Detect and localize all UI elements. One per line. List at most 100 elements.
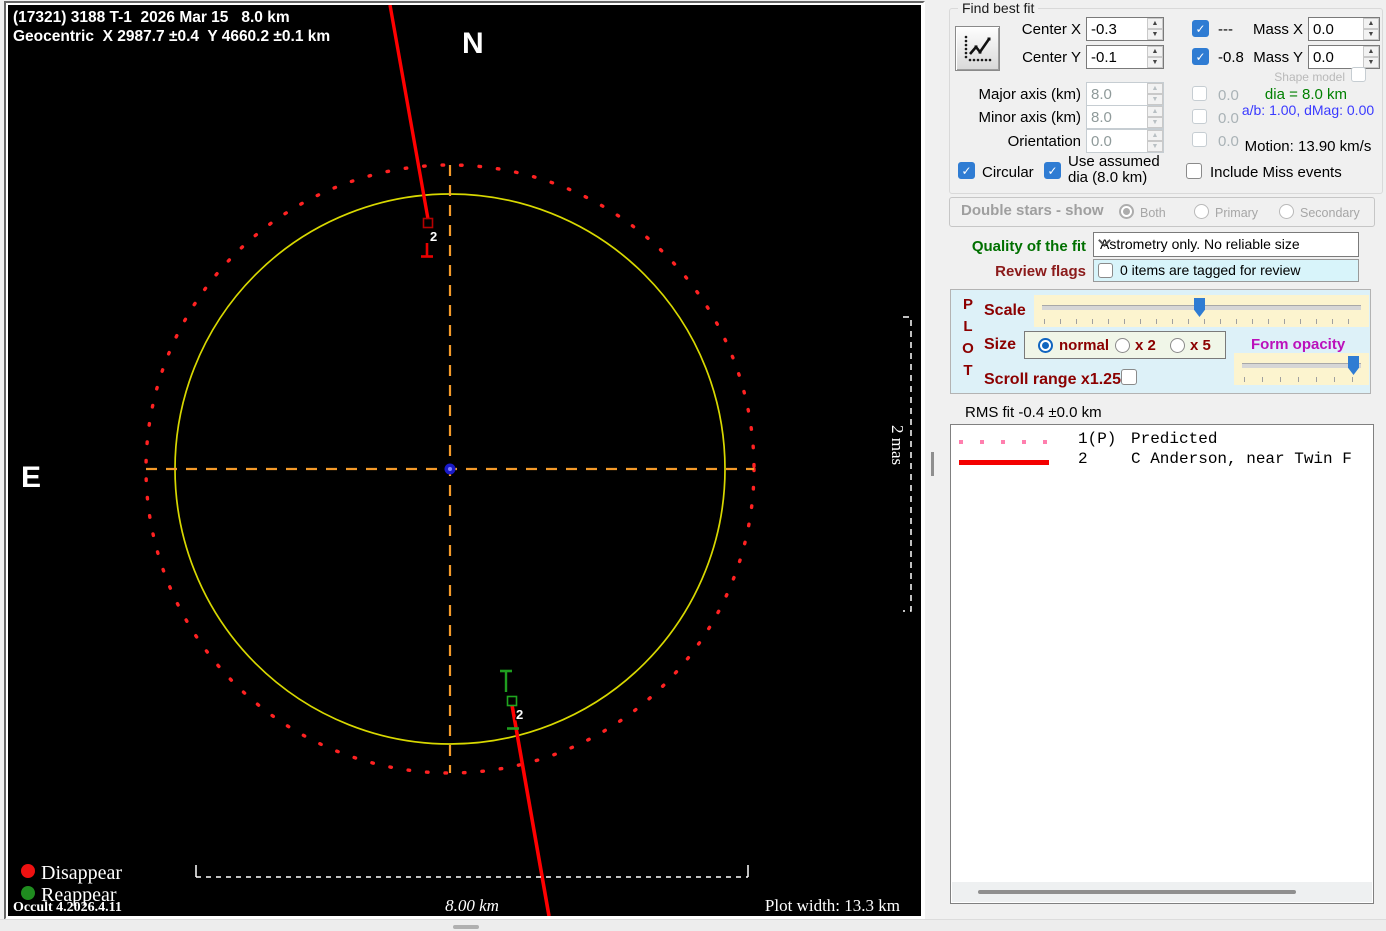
scale-slider[interactable] xyxy=(1034,295,1369,327)
occult-fit-window: 2 2 (17321) 3188 T-1 2026 Mar 15 8.0 km … xyxy=(0,0,1386,931)
center-y-field: ▲▼ xyxy=(1086,45,1164,69)
form-opacity-slider-ticks xyxy=(1244,377,1361,382)
center-x-spinner[interactable]: ▲▼ xyxy=(1147,18,1163,40)
plot-width-label: Plot width: 13.3 km xyxy=(765,896,900,915)
double-stars-secondary-radio[interactable] xyxy=(1279,204,1294,219)
form-opacity-slider-track[interactable] xyxy=(1242,363,1361,368)
major-axis-result: 0.0 xyxy=(1218,87,1239,104)
center-x-input[interactable] xyxy=(1087,18,1150,40)
checkmark-icon: ✓ xyxy=(1195,51,1205,63)
spinner-down-icon: ▼ xyxy=(1147,94,1163,105)
shape-model-checkbox[interactable] xyxy=(1351,67,1366,82)
occultation-plot[interactable]: 2 2 (17321) 3188 T-1 2026 Mar 15 8.0 km … xyxy=(8,5,921,916)
major-axis-field: ▲▼ xyxy=(1086,82,1164,106)
disappear-event-marker xyxy=(424,219,433,228)
spinner-up-icon: ▲ xyxy=(1147,106,1163,117)
panel-splitter-handle[interactable] xyxy=(931,452,934,476)
size-normal-label: normal xyxy=(1059,337,1109,354)
checkmark-icon: ✓ xyxy=(961,165,971,177)
center-y-input[interactable] xyxy=(1087,46,1150,68)
circular-checkbox[interactable]: ✓ xyxy=(958,162,975,179)
list-scrollbar-thumb[interactable] xyxy=(978,890,1296,894)
spinner-up-icon[interactable]: ▲ xyxy=(1147,46,1163,57)
disappear-dot-icon xyxy=(21,864,35,878)
size-x2-radio[interactable] xyxy=(1115,338,1130,353)
include-miss-checkbox[interactable] xyxy=(1186,163,1202,179)
size-x5-radio[interactable] xyxy=(1170,338,1185,353)
disappear-chord-label: 2 xyxy=(430,229,437,244)
north-label: N xyxy=(462,27,484,60)
use-assumed-dia-checkbox[interactable]: ✓ xyxy=(1044,162,1061,179)
minor-axis-label: Minor axis (km) xyxy=(951,109,1081,126)
double-stars-primary-radio[interactable] xyxy=(1194,204,1209,219)
vertical-scale-label: 2 mas xyxy=(888,425,907,465)
observation-id[interactable]: 2 xyxy=(1078,450,1088,468)
observation-name[interactable]: Predicted xyxy=(1131,430,1217,448)
fit-center-x-checkbox[interactable]: ✓ xyxy=(1192,20,1209,37)
chord-after-reappear xyxy=(512,705,549,916)
quality-of-fit-label: Quality of the fit xyxy=(951,238,1086,255)
spinner-up-icon: ▲ xyxy=(1147,130,1163,141)
review-flags-label: Review flags xyxy=(971,263,1086,280)
spinner-up-icon[interactable]: ▲ xyxy=(1363,18,1379,29)
use-assumed-dia-label: Use assumed dia (8.0 km) xyxy=(1068,154,1160,186)
spinner-up-icon: ▲ xyxy=(1147,83,1163,94)
review-flags-checkbox[interactable] xyxy=(1098,263,1113,278)
size-normal-radio[interactable] xyxy=(1038,338,1053,353)
mass-x-input[interactable] xyxy=(1309,18,1366,40)
orientation-input xyxy=(1087,130,1150,152)
use-assumed-line1: Use assumed xyxy=(1068,153,1160,170)
checkmark-icon: ✓ xyxy=(1195,23,1205,35)
spinner-up-icon[interactable]: ▲ xyxy=(1363,46,1379,57)
control-panel: Find best fit Center X ▲▼ ✓ --- xyxy=(941,0,1386,919)
double-stars-both-radio[interactable] xyxy=(1119,204,1134,219)
observation-id[interactable]: 1(P) xyxy=(1078,430,1116,448)
spinner-up-icon[interactable]: ▲ xyxy=(1147,18,1163,29)
review-flags-box: 0 items are tagged for review xyxy=(1093,259,1359,282)
diameter-readout: dia = 8.0 km xyxy=(1241,86,1371,103)
checkmark-icon: ✓ xyxy=(1047,165,1057,177)
fit-major-axis-checkbox[interactable] xyxy=(1192,86,1207,101)
center-y-spinner[interactable]: ▲▼ xyxy=(1147,46,1163,68)
spinner-down-icon: ▼ xyxy=(1147,141,1163,152)
mass-y-input[interactable] xyxy=(1309,46,1366,68)
fit-center-y-checkbox[interactable]: ✓ xyxy=(1192,48,1209,65)
size-label: Size xyxy=(984,336,1016,354)
spinner-down-icon[interactable]: ▼ xyxy=(1147,57,1163,68)
orientation-result: 0.0 xyxy=(1218,133,1239,150)
list-horizontal-scrollbar[interactable] xyxy=(952,882,1372,902)
include-miss-label: Include Miss events xyxy=(1210,164,1342,181)
scroll-range-checkbox[interactable] xyxy=(1121,369,1137,385)
spinner-down-icon[interactable]: ▼ xyxy=(1147,29,1163,40)
observations-list[interactable]: 1(P) Predicted 2 C Anderson, near Twin F xyxy=(950,424,1374,904)
circular-label: Circular xyxy=(982,164,1034,181)
observation-name[interactable]: C Anderson, near Twin F xyxy=(1131,450,1352,468)
form-opacity-slider-thumb[interactable] xyxy=(1348,356,1359,375)
fit-orientation-checkbox[interactable] xyxy=(1192,132,1207,147)
mass-x-spinner[interactable]: ▲▼ xyxy=(1363,18,1379,40)
center-x-label: Center X xyxy=(951,21,1081,38)
double-stars-both-label: Both xyxy=(1140,206,1166,220)
double-stars-primary-label: Primary xyxy=(1215,206,1258,220)
mass-y-spinner[interactable]: ▲▼ xyxy=(1363,46,1379,68)
scale-slider-thumb[interactable] xyxy=(1194,298,1205,317)
form-opacity-slider[interactable] xyxy=(1234,353,1369,385)
bottom-scroll-grip[interactable] xyxy=(453,925,479,929)
double-stars-secondary-label: Secondary xyxy=(1300,206,1360,220)
axis-ratio-readout: a/b: 1.00, dMag: 0.00 xyxy=(1237,102,1379,118)
plot-vertical-word: P L O T xyxy=(961,294,975,382)
motion-readout: Motion: 13.90 km/s xyxy=(1239,138,1377,155)
spinner-down-icon[interactable]: ▼ xyxy=(1363,29,1379,40)
minor-axis-field: ▲▼ xyxy=(1086,105,1164,129)
plot-letter-p: P xyxy=(963,296,973,313)
orientation-spinner: ▲▼ xyxy=(1147,130,1163,152)
spinner-down-icon[interactable]: ▼ xyxy=(1363,57,1379,68)
quality-dropdown[interactable]: Astrometry only. No reliable size xyxy=(1093,232,1359,257)
center-y-result: -0.8 xyxy=(1218,49,1244,66)
plot-letter-t: T xyxy=(963,362,972,379)
shape-model-label: Shape model xyxy=(1225,70,1345,84)
fit-minor-axis-checkbox[interactable] xyxy=(1192,109,1207,124)
center-dot-core xyxy=(448,467,452,471)
major-axis-spinner: ▲▼ xyxy=(1147,83,1163,105)
center-x-result: --- xyxy=(1218,21,1233,38)
